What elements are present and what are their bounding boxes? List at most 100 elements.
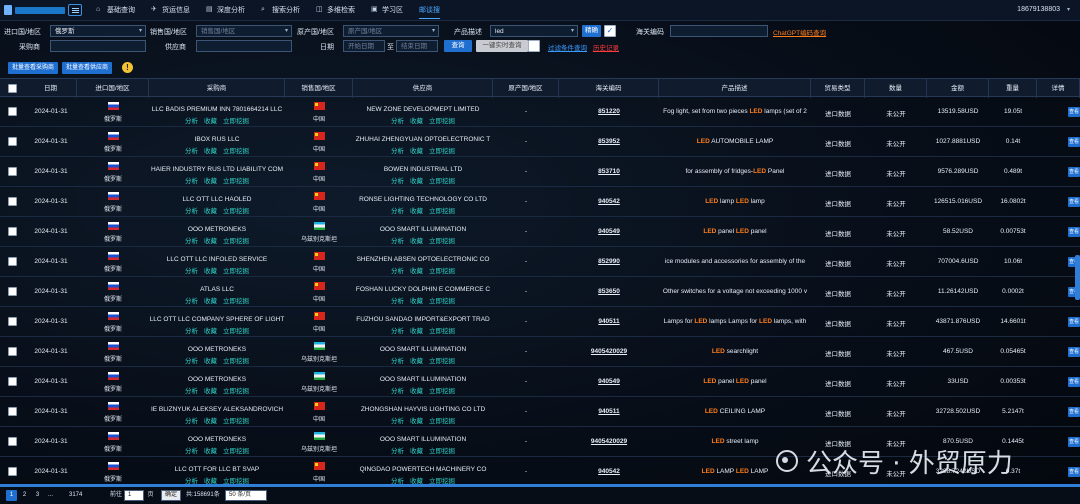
supplier-name[interactable]: SHENZHEN ABSEN OPTOELECTRONIC CO xyxy=(353,256,493,263)
hs-code-input[interactable] xyxy=(670,25,768,37)
column-header[interactable]: 采购商 xyxy=(149,79,285,98)
goto-confirm-button[interactable]: 确定 xyxy=(161,490,182,501)
column-header[interactable]: 详情 xyxy=(1037,79,1080,98)
hs-code-link[interactable]: 9405420029 xyxy=(559,348,659,355)
menu-toggle-button[interactable] xyxy=(68,4,82,16)
supplier-name[interactable]: ZHUHAI ZHENGYUAN OPTOELECTRONIC T xyxy=(353,136,493,143)
action-link[interactable]: 立即挖掘 xyxy=(429,328,455,335)
hs-code-link[interactable]: 853650 xyxy=(559,288,659,295)
action-link[interactable]: 收藏 xyxy=(204,418,217,425)
action-link[interactable]: 收藏 xyxy=(204,388,217,395)
action-link[interactable]: 立即挖掘 xyxy=(223,118,249,125)
nav-item-6[interactable]: 邮谈搜 xyxy=(419,0,440,21)
action-link[interactable]: 收藏 xyxy=(410,328,423,335)
detail-button[interactable]: 查看 xyxy=(1068,317,1080,327)
page-size-select[interactable]: 50 条/页 xyxy=(225,490,267,501)
table-row[interactable]: 2024-01-31 俄罗斯 OOO METRONEKS 分析 收藏 立即挖掘 乌兹别克斯坦… xyxy=(0,337,1080,367)
hs-code-link[interactable]: 940549 xyxy=(559,378,659,385)
row-checkbox[interactable] xyxy=(8,197,17,206)
user-phone[interactable]: 18679138803 xyxy=(1017,6,1060,13)
row-checkbox[interactable] xyxy=(8,287,17,296)
table-row[interactable]: 2024-01-31 俄罗斯 HAIER INDUSTRY RUS LTD LIAB… xyxy=(0,157,1080,187)
hs-code-link[interactable]: 940542 xyxy=(559,468,659,475)
page-1[interactable]: 1 xyxy=(6,490,17,501)
warning-icon[interactable]: ! xyxy=(122,62,133,73)
action-link[interactable]: 立即挖掘 xyxy=(223,238,249,245)
supplier-name[interactable]: OOO SMART ILLUMINATION xyxy=(353,226,493,233)
row-checkbox[interactable] xyxy=(8,437,17,446)
action-link[interactable]: 立即挖掘 xyxy=(429,148,455,155)
detail-button[interactable]: 查看 xyxy=(1068,437,1080,447)
hs-code-link[interactable]: 853710 xyxy=(559,168,659,175)
action-link[interactable]: 立即挖掘 xyxy=(223,388,249,395)
detail-button[interactable]: 查看 xyxy=(1068,467,1080,477)
hs-code-link[interactable]: 940549 xyxy=(559,228,659,235)
column-header[interactable]: 供应商 xyxy=(353,79,493,98)
action-link[interactable]: 分析 xyxy=(391,298,404,305)
nav-item-3[interactable]: ⌕ 搜索分析 xyxy=(261,0,300,21)
row-checkbox[interactable] xyxy=(8,257,17,266)
action-link[interactable]: 立即挖掘 xyxy=(223,358,249,365)
action-link[interactable]: 立即挖掘 xyxy=(429,448,455,455)
buyer-name[interactable]: IBOX RUS LLC xyxy=(149,136,285,143)
realtime-checkbox[interactable] xyxy=(528,40,540,52)
page-3[interactable]: 3 xyxy=(32,490,43,501)
action-link[interactable]: 收藏 xyxy=(410,178,423,185)
hs-code-link[interactable]: 852990 xyxy=(559,258,659,265)
row-checkbox[interactable] xyxy=(8,317,17,326)
supplier-name[interactable]: FUZHOU SANDAO IMPORT&EXPORT TRAD xyxy=(353,316,493,323)
row-checkbox[interactable] xyxy=(8,407,17,416)
history-link[interactable]: 历史记录 xyxy=(593,42,619,52)
page-3174[interactable]: 3174 xyxy=(67,490,84,501)
row-checkbox[interactable] xyxy=(8,227,17,236)
action-link[interactable]: 收藏 xyxy=(410,268,423,275)
filter-condition-link[interactable]: 过滤条件查询 xyxy=(548,42,587,52)
app-logo[interactable] xyxy=(0,0,68,21)
action-link[interactable]: 立即挖掘 xyxy=(429,418,455,425)
detail-button[interactable]: 查看 xyxy=(1068,377,1080,387)
supplier-name[interactable]: FOSHAN LUCKY DOLPHIN E COMMERCE C xyxy=(353,286,493,293)
action-link[interactable]: 分析 xyxy=(185,238,198,245)
row-checkbox[interactable] xyxy=(8,377,17,386)
table-row[interactable]: 2024-01-31 俄罗斯 LLC BADIS PREMIUM INN 78016… xyxy=(0,97,1080,127)
action-link[interactable]: 分析 xyxy=(185,298,198,305)
action-link[interactable]: 分析 xyxy=(391,418,404,425)
column-header[interactable]: 金额 xyxy=(927,79,989,98)
action-link[interactable]: 立即挖掘 xyxy=(223,298,249,305)
hs-code-link[interactable]: 853952 xyxy=(559,138,659,145)
supplier-name[interactable]: BOWEN INDUSTRIAL LTD xyxy=(353,166,493,173)
page-2[interactable]: 2 xyxy=(19,490,30,501)
hs-code-link[interactable]: 9405420029 xyxy=(559,438,659,445)
action-link[interactable]: 分析 xyxy=(391,118,404,125)
row-checkbox[interactable] xyxy=(8,467,17,476)
column-header[interactable]: 数量 xyxy=(865,79,927,98)
action-link[interactable]: 收藏 xyxy=(204,148,217,155)
action-link[interactable]: 立即挖掘 xyxy=(429,298,455,305)
action-link[interactable]: 立即挖掘 xyxy=(429,388,455,395)
action-link[interactable]: 收藏 xyxy=(410,418,423,425)
column-header[interactable]: 日期 xyxy=(25,79,77,98)
column-header[interactable]: 产品描述 xyxy=(659,79,811,98)
buyer-name[interactable]: OOO METRONEKS xyxy=(149,346,285,353)
action-link[interactable]: 分析 xyxy=(391,448,404,455)
buyer-name[interactable]: ATLAS LLC xyxy=(149,286,285,293)
buyer-name[interactable]: LLC OTT LLC HAOLED xyxy=(149,196,285,203)
row-checkbox[interactable] xyxy=(8,137,17,146)
buyer-name[interactable]: LLC OTT LLC COMPANY SPHERE OF LIGHT xyxy=(149,316,285,323)
column-header[interactable]: 销售国/地区 xyxy=(285,79,353,98)
product-input[interactable]: led xyxy=(490,25,578,37)
nav-item-1[interactable]: ✈ 货运信息 xyxy=(151,0,190,21)
supplier-name[interactable]: ZHONGSHAN HAYVIS LIGHTING CO LTD xyxy=(353,406,493,413)
hs-code-link[interactable]: 940511 xyxy=(559,408,659,415)
action-link[interactable]: 立即挖掘 xyxy=(429,178,455,185)
detail-button[interactable]: 查看 xyxy=(1068,227,1080,237)
detail-button[interactable]: 查看 xyxy=(1068,347,1080,357)
batch-supplier-button[interactable]: 批量查看供应商 xyxy=(62,62,113,74)
chevron-down-icon[interactable]: ▾ xyxy=(1067,6,1070,13)
column-header[interactable]: 贸易类型 xyxy=(811,79,865,98)
buyer-name[interactable]: OOO METRONEKS xyxy=(149,376,285,383)
action-link[interactable]: 收藏 xyxy=(204,178,217,185)
hs-code-link[interactable]: 851220 xyxy=(559,108,659,115)
action-link[interactable]: 分析 xyxy=(391,208,404,215)
row-checkbox[interactable] xyxy=(8,167,17,176)
